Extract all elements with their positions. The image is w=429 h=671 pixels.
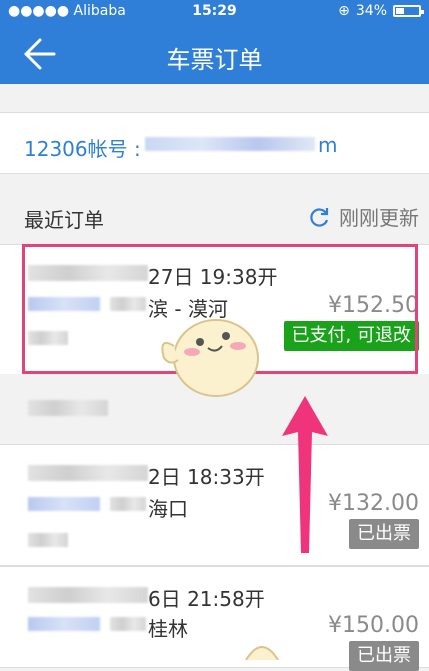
redacted-label (28, 400, 108, 416)
order-price: ¥132.00 (328, 491, 419, 516)
order-route: 桂林 (148, 617, 188, 641)
annotation-arrow (282, 396, 328, 553)
recent-orders-label: 最近订单 (24, 208, 104, 232)
mascot-watermark (161, 319, 259, 397)
account-label: 12306帐号 : (24, 137, 141, 161)
refresh-button[interactable]: 刚刚更新 (307, 202, 419, 231)
redacted-info (28, 533, 68, 547)
status-badge: 已出票 (349, 519, 419, 549)
refresh-icon (310, 207, 329, 227)
redacted-station (28, 497, 100, 511)
redacted-station (110, 497, 146, 511)
nav-bar: 车票订单 (0, 24, 429, 84)
account-row[interactable]: 12306帐号 : m (0, 112, 429, 174)
redacted-station (28, 617, 100, 631)
redacted-account (145, 137, 315, 151)
mascot-watermark-small (245, 646, 279, 660)
page-title: 车票订单 (166, 46, 263, 74)
status-badge: 已出票 (349, 641, 419, 671)
battery-icon (393, 5, 424, 17)
redacted-date (28, 587, 148, 603)
redacted-station (110, 617, 146, 631)
order-card-2[interactable]: 2日 18:33开 海口 ¥132.00 已出票 (0, 444, 429, 566)
redacted-date (28, 465, 148, 481)
refresh-label: 刚刚更新 (339, 206, 419, 230)
recent-orders-header: 最近订单 刚刚更新 (0, 192, 429, 242)
order-date: 6日 21:58开 (148, 587, 265, 611)
status-right: ⊕ 34% (338, 3, 424, 19)
order-card-3[interactable]: 6日 21:58开 桂林 ¥150.00 已出票 (0, 566, 429, 671)
order-price: ¥150.00 (328, 613, 419, 638)
status-bar: ●●●●● Alibaba 15:29 ⊕ 34% (0, 0, 429, 24)
account-tail: m (318, 133, 338, 157)
order-date: 2日 18:33开 (148, 465, 265, 489)
rotation-lock-icon: ⊕ (338, 3, 350, 19)
battery-percent: 34% (355, 3, 387, 19)
order-route: 海口 (148, 497, 188, 521)
